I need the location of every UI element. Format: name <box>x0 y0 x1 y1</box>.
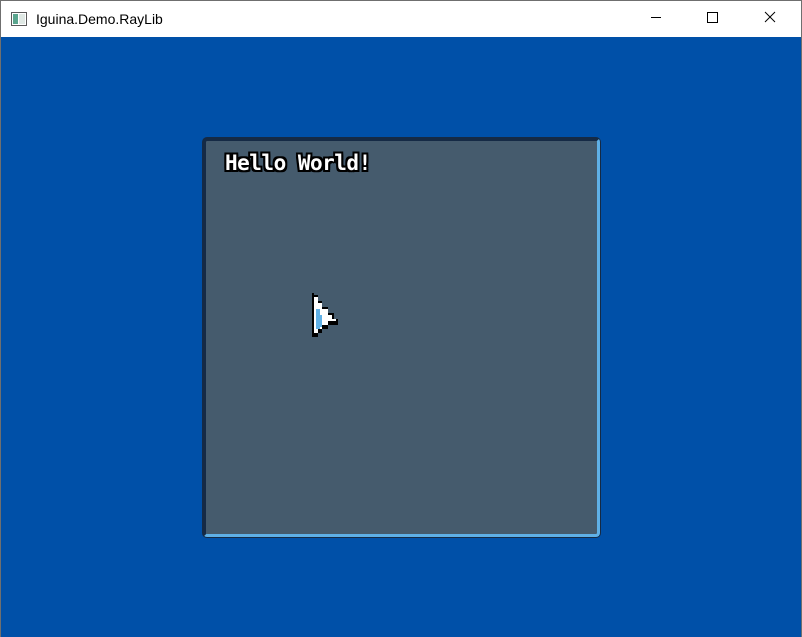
game-canvas[interactable]: Hello World! <box>1 37 801 637</box>
demo-panel[interactable]: Hello World! <box>203 138 600 537</box>
title-bar[interactable]: Iguina.Demo.RayLib <box>1 1 801 37</box>
close-button[interactable] <box>747 1 793 37</box>
arrow-cursor-icon <box>308 291 346 341</box>
minimize-icon <box>650 10 662 28</box>
minimize-button[interactable] <box>633 1 679 37</box>
maximize-icon <box>706 10 718 28</box>
panel-label: Hello World! <box>225 151 371 175</box>
app-icon[interactable] <box>11 11 27 27</box>
window-title: Iguina.Demo.RayLib <box>36 11 163 27</box>
app-window: Iguina.Demo.RayLib Hello World! <box>0 0 802 637</box>
close-icon <box>764 10 776 28</box>
maximize-button[interactable] <box>689 1 735 37</box>
